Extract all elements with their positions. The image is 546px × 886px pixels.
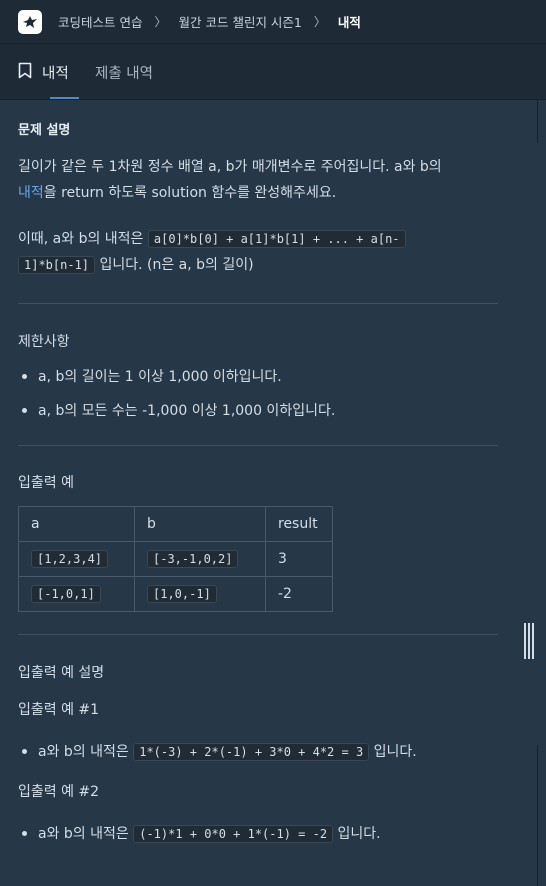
cell-code: [-1,0,1] (31, 585, 101, 603)
divider (18, 445, 498, 446)
divider (0, 99, 546, 100)
section-title-constraints: 제한사항 (18, 334, 70, 350)
bookmark-icon[interactable] (18, 62, 32, 83)
list-item: a, b의 길이는 1 이상 1,000 이하입니다. (22, 366, 282, 386)
breadcrumb: 코딩테스트 연습 〉 월간 코드 챌린지 시즌1 〉 내적 (58, 12, 361, 31)
panel-resize-handle[interactable] (523, 623, 535, 659)
examples-table: a b result [1,2,3,4] [-3,-1,0,2] 3 [-1,0… (18, 506, 333, 612)
explanation-code: 1*(-3) + 2*(-1) + 3*0 + 4*2 = 3 (133, 743, 370, 761)
breadcrumb-item-coding-test[interactable]: 코딩테스트 연습 (58, 12, 142, 31)
explanation-suffix: 입니다. (369, 744, 417, 760)
description-line: 을 return 하도록 solution 함수를 완성해주세요. (43, 185, 337, 201)
problem-detail-text: 이때, a와 b의 내적은 a[0]*b[0] + a[1]*b[1] + ..… (18, 226, 498, 278)
table-cell: [1,0,-1] (134, 576, 266, 612)
table-header: result (265, 506, 333, 542)
divider (18, 303, 498, 304)
top-navigation-bar: 코딩테스트 연습 〉 월간 코드 챌린지 시즌1 〉 내적 (0, 0, 546, 43)
formula-code: a[0]*b[0] + a[1]*b[1] + ... + a[n- (147, 230, 406, 248)
table-cell: [1,2,3,4] (18, 541, 135, 577)
example-2-title: 입출력 예 #2 (18, 784, 100, 800)
list-item: a와 b의 내적은 (-1)*1 + 0*0 + 1*(-1) = -2 입니다… (22, 823, 381, 843)
cell-code: [1,2,3,4] (31, 550, 109, 568)
cell-code: [-3,-1,0,2] (147, 550, 239, 568)
explanation-prefix: a와 b의 내적은 (38, 744, 134, 760)
table-cell: [-1,0,1] (18, 576, 135, 612)
problem-description-text: 길이가 같은 두 1차원 정수 배열 a, b가 매개변수로 주어집니다. a와… (18, 154, 498, 206)
table-cell: -2 (265, 576, 333, 612)
list-item: a, b의 모든 수는 -1,000 이상 1,000 이하입니다. (21, 400, 335, 420)
table-cell: [-3,-1,0,2] (134, 541, 266, 577)
table-row: [-1,0,1] [1,0,-1] -2 (18, 576, 333, 612)
detail-suffix: 입니다. (n은 a, b의 길이) (95, 257, 254, 273)
breadcrumb-current: 내적 (337, 15, 361, 30)
table-header-row: a b result (18, 506, 333, 542)
section-title-problem: 문제 설명 (18, 123, 71, 138)
cell-code: [1,0,-1] (147, 585, 217, 603)
explanation-code: (-1)*1 + 0*0 + 1*(-1) = -2 (133, 825, 334, 843)
detail-prefix: 이때, a와 b의 내적은 (18, 231, 148, 247)
tab-bar: 내적 제출 내역 (0, 43, 546, 100)
table-header: b (134, 506, 266, 542)
panel-border (537, 100, 538, 143)
tab-submissions[interactable]: 제출 내역 (95, 44, 153, 100)
table-cell: 3 (265, 541, 333, 577)
chevron-right-icon: 〉 (313, 15, 326, 29)
description-line: 길이가 같은 두 1차원 정수 배열 a, b가 매개변수로 주어집니다. a와… (18, 159, 442, 175)
tab-problem-label: 내적 (42, 65, 69, 82)
chevron-right-icon: 〉 (154, 15, 167, 29)
divider (18, 634, 498, 635)
list-item: a와 b의 내적은 1*(-3) + 2*(-1) + 3*0 + 4*2 = … (22, 741, 417, 761)
tab-problem[interactable]: 내적 (18, 44, 69, 100)
explanation-suffix: 입니다. (333, 826, 381, 842)
section-title-examples: 입출력 예 (18, 475, 74, 491)
table-row: [1,2,3,4] [-3,-1,0,2] 3 (18, 541, 333, 577)
example-1-title: 입출력 예 #1 (18, 702, 100, 718)
formula-code: 1]*b[n-1] (18, 256, 96, 274)
panel-border (537, 745, 538, 886)
explanation-prefix: a와 b의 내적은 (38, 826, 134, 842)
inner-product-link[interactable]: 내적 (18, 185, 44, 201)
table-header: a (18, 506, 135, 542)
programmers-logo-icon[interactable] (18, 9, 42, 34)
breadcrumb-item-monthly-challenge[interactable]: 월간 코드 챌린지 시즌1 (179, 12, 302, 31)
section-title-explanation: 입출력 예 설명 (18, 665, 105, 681)
